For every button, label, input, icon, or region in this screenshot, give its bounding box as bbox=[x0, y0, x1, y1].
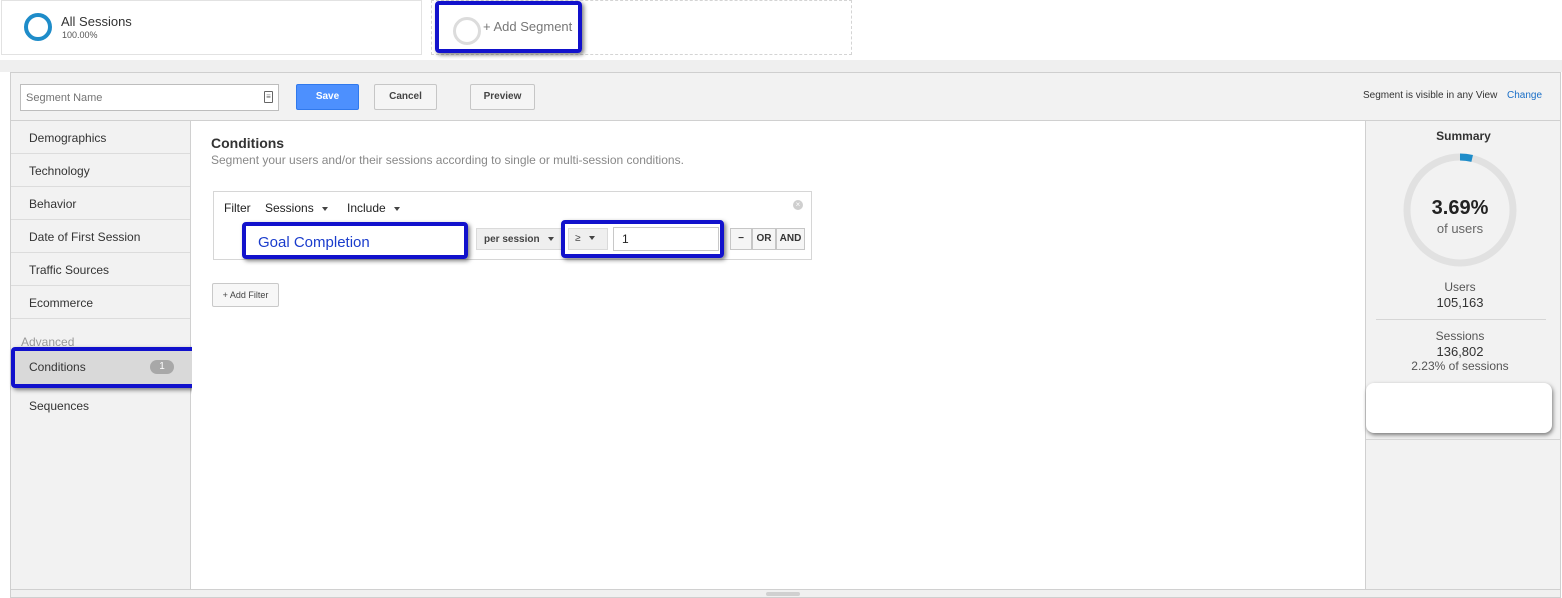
summary-divider-bottom bbox=[1366, 439, 1561, 440]
nav-item-demographics[interactable]: Demographics bbox=[11, 121, 190, 154]
filter-scope-dropdown[interactable]: Sessions bbox=[265, 201, 328, 215]
summary-percent: 3.69% bbox=[1431, 197, 1489, 219]
or-button[interactable]: OR bbox=[752, 228, 776, 250]
nav-item-date-of-first-session[interactable]: Date of First Session bbox=[11, 220, 190, 253]
sessions-value: 136,802 bbox=[1436, 344, 1484, 359]
users-label: Users bbox=[1444, 280, 1476, 294]
per-session-dropdown[interactable]: per session bbox=[476, 228, 562, 250]
resize-bar[interactable] bbox=[11, 589, 1560, 597]
segment-title: All Sessions bbox=[61, 14, 132, 29]
summary-divider bbox=[1376, 319, 1546, 320]
filter-scope-label: Sessions bbox=[265, 201, 314, 215]
users-value: 105,163 bbox=[1436, 295, 1484, 310]
operator-dropdown[interactable]: ≥ bbox=[568, 228, 608, 250]
summary-of-users: of users bbox=[1436, 221, 1484, 236]
left-nav: Demographics Technology Behavior Date of… bbox=[11, 121, 215, 589]
remove-condition-button[interactable]: − bbox=[730, 228, 752, 250]
per-session-label: per session bbox=[484, 234, 540, 245]
chevron-down-icon bbox=[321, 206, 328, 211]
text-field-icon: ≡ bbox=[264, 91, 273, 103]
nav-item-behavior[interactable]: Behavior bbox=[11, 187, 190, 220]
nav-item-technology[interactable]: Technology bbox=[11, 154, 190, 187]
segment-percent: 100.00% bbox=[62, 30, 98, 40]
close-circle-icon[interactable]: × bbox=[793, 200, 803, 210]
cancel-button[interactable]: Cancel bbox=[374, 84, 437, 110]
summary-panel: Summary 3.69% of users Users 105,163 Ses… bbox=[1365, 121, 1561, 589]
conditions-subtitle: Segment your users and/or their sessions… bbox=[211, 153, 684, 167]
segment-bar: All Sessions 100.00% + Add Segment bbox=[0, 0, 1562, 60]
and-button[interactable]: AND bbox=[776, 228, 805, 250]
add-segment-label: + Add Segment bbox=[483, 19, 573, 34]
filter-box: Filter Sessions Include × Goal Completio… bbox=[213, 191, 812, 260]
filter-label: Filter bbox=[224, 201, 251, 215]
segment-editor: ≡ Save Cancel Preview Segment is visible… bbox=[10, 72, 1561, 598]
chevron-down-icon bbox=[393, 206, 400, 211]
conditions-title: Conditions bbox=[211, 135, 285, 151]
add-filter-button[interactable]: + Add Filter bbox=[212, 283, 279, 307]
separator-band bbox=[0, 60, 1562, 72]
sessions-percent: 2.23% of sessions bbox=[1411, 359, 1509, 373]
visibility-text: Segment is visible in any View bbox=[1363, 90, 1498, 101]
resize-grip-icon[interactable] bbox=[766, 592, 800, 596]
dimension-goal-completion[interactable]: Goal Completion bbox=[242, 222, 468, 259]
preview-button[interactable]: Preview bbox=[470, 84, 535, 110]
add-segment-button[interactable]: + Add Segment bbox=[435, 1, 582, 53]
value-input[interactable] bbox=[613, 227, 719, 251]
conditions-highlight bbox=[11, 347, 206, 388]
nav-item-sequences[interactable]: Sequences bbox=[11, 391, 190, 421]
save-button[interactable]: Save bbox=[296, 84, 359, 110]
operator-label: ≥ bbox=[575, 233, 581, 244]
editor-toolbar: ≡ Save Cancel Preview Segment is visible… bbox=[11, 73, 1560, 121]
sessions-label: Sessions bbox=[1435, 329, 1485, 343]
empty-segment-ring-icon bbox=[453, 17, 481, 45]
segment-all-sessions[interactable]: All Sessions 100.00% bbox=[1, 0, 422, 55]
nav-item-traffic-sources[interactable]: Traffic Sources bbox=[11, 253, 190, 286]
filter-mode-label: Include bbox=[347, 201, 386, 215]
segment-ring-icon bbox=[24, 13, 52, 41]
segment-name-input[interactable] bbox=[20, 84, 279, 111]
chevron-down-icon bbox=[588, 236, 595, 241]
summary-title: Summary bbox=[1436, 129, 1491, 143]
conditions-panel: Conditions Segment your users and/or the… bbox=[192, 121, 1365, 589]
chevron-down-icon bbox=[547, 237, 554, 242]
filter-mode-dropdown[interactable]: Include bbox=[347, 201, 400, 215]
summary-card bbox=[1366, 383, 1552, 433]
nav-item-ecommerce[interactable]: Ecommerce bbox=[11, 286, 190, 319]
change-link[interactable]: Change bbox=[1507, 90, 1542, 101]
